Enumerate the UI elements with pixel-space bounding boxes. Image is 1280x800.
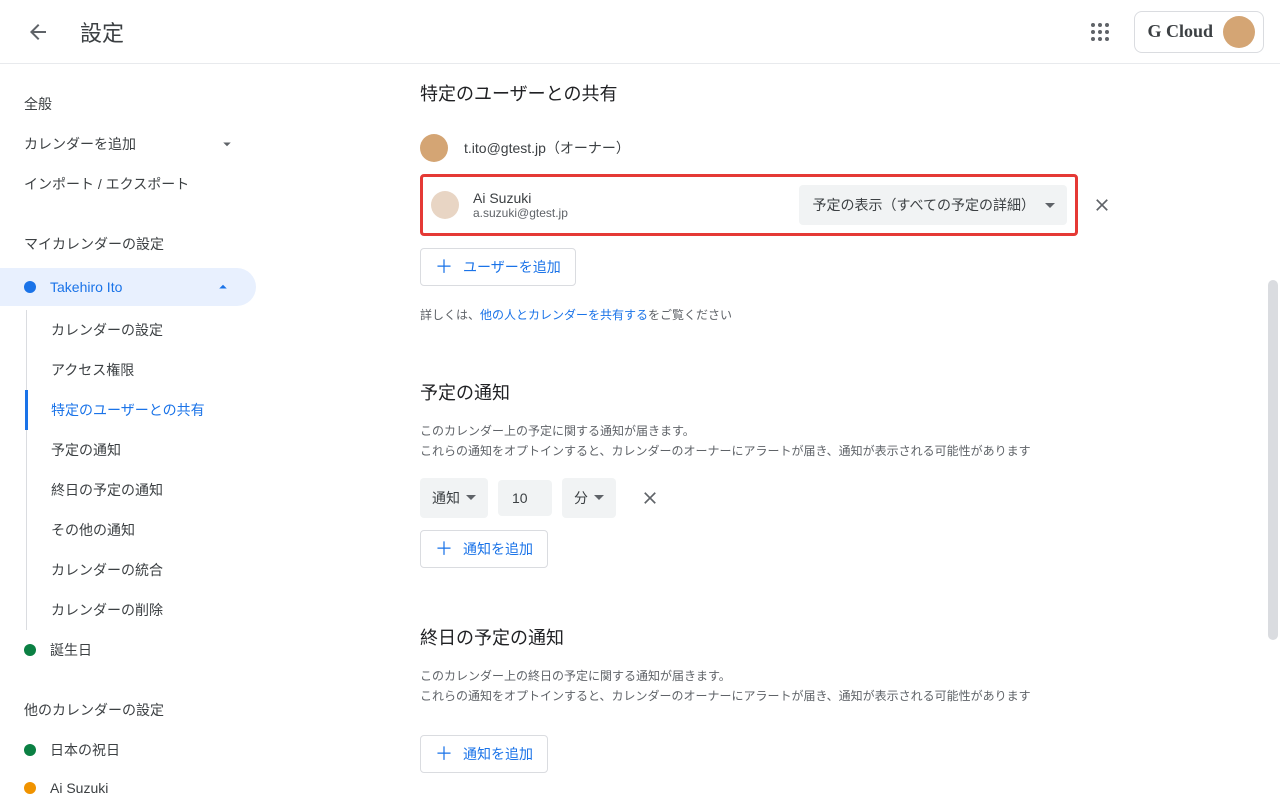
add-user-label: ユーザーを追加 bbox=[463, 257, 561, 277]
shared-user-avatar bbox=[431, 191, 459, 219]
scrollbar-thumb[interactable] bbox=[1268, 280, 1278, 640]
calendar-name: 日本の祝日 bbox=[50, 740, 120, 760]
section-description: このカレンダー上の予定に関する通知が届きます。 これらの通知をオプトインすると、… bbox=[420, 421, 1120, 462]
shared-user-email: a.suzuki@gtest.jp bbox=[473, 206, 785, 220]
section-description: このカレンダー上の終日の予定に関する通知が届きます。 これらの通知をオプトインす… bbox=[420, 666, 1120, 707]
share-help-link[interactable]: 他の人とカレンダーを共有する bbox=[480, 308, 648, 322]
notif-type-label: 通知 bbox=[432, 488, 460, 508]
sub-item-access-permissions[interactable]: アクセス権限 bbox=[27, 350, 260, 390]
sidebar-item-label: カレンダーを追加 bbox=[24, 134, 136, 154]
calendar-name: Ai Suzuki bbox=[50, 780, 108, 796]
notif-unit-label: 分 bbox=[574, 488, 588, 508]
notification-value-input[interactable]: 10 bbox=[498, 480, 552, 516]
sidebar-calendar-birthdays[interactable]: 誕生日 bbox=[0, 630, 260, 670]
calendar-color-dot bbox=[24, 744, 36, 756]
remove-user-button[interactable] bbox=[1084, 187, 1120, 223]
apps-launcher-button[interactable] bbox=[1078, 10, 1122, 54]
sidebar-calendar-ai-suzuki[interactable]: Ai Suzuki bbox=[0, 770, 260, 800]
dropdown-arrow-icon bbox=[466, 495, 476, 500]
calendar-name: 誕生日 bbox=[50, 640, 92, 660]
section-heading: 予定の通知 bbox=[420, 379, 1120, 405]
add-user-button[interactable]: ＋ ユーザーを追加 bbox=[420, 248, 576, 286]
header-right: G Cloud bbox=[1078, 10, 1264, 54]
share-section: 特定のユーザーとの共有 t.ito@gtest.jp（オーナー） Ai Suzu… bbox=[420, 80, 1120, 323]
sidebar-calendar-takehiro[interactable]: Takehiro Ito bbox=[0, 268, 256, 306]
plus-icon: ＋ bbox=[435, 258, 453, 276]
header-left: 設定 bbox=[16, 10, 124, 54]
help-suffix: をご覧ください bbox=[648, 308, 732, 322]
sub-item-calendar-settings[interactable]: カレンダーの設定 bbox=[27, 310, 260, 350]
page-title: 設定 bbox=[80, 16, 124, 48]
shared-user-name: Ai Suzuki bbox=[473, 190, 785, 206]
add-notification-button[interactable]: ＋ 通知を追加 bbox=[420, 530, 548, 568]
my-calendars-heading: マイカレンダーの設定 bbox=[0, 224, 260, 264]
shared-user-row-highlighted: Ai Suzuki a.suzuki@gtest.jp 予定の表示（すべての予定… bbox=[420, 174, 1078, 236]
add-notification-label: 通知を追加 bbox=[463, 539, 533, 559]
scrollbar[interactable] bbox=[1268, 280, 1278, 640]
owner-row: t.ito@gtest.jp（オーナー） bbox=[420, 122, 1120, 174]
sub-item-allday-notifications[interactable]: 終日の予定の通知 bbox=[27, 470, 260, 510]
chevron-up-icon bbox=[214, 278, 232, 296]
arrow-back-icon bbox=[26, 20, 50, 44]
sub-item-share-specific-users[interactable]: 特定のユーザーとの共有 bbox=[25, 390, 260, 430]
brand-label: G Cloud bbox=[1147, 21, 1213, 42]
sidebar-calendar-japan-holidays[interactable]: 日本の祝日 bbox=[0, 730, 260, 770]
shared-user-info: Ai Suzuki a.suzuki@gtest.jp bbox=[473, 190, 785, 220]
notification-row: 通知 10 分 bbox=[420, 478, 1120, 518]
sub-item-event-notifications[interactable]: 予定の通知 bbox=[27, 430, 260, 470]
sidebar-item-import-export[interactable]: インポート / エクスポート bbox=[0, 164, 260, 204]
event-notifications-section: 予定の通知 このカレンダー上の予定に関する通知が届きます。 これらの通知をオプト… bbox=[420, 379, 1120, 568]
calendar-name: Takehiro Ito bbox=[50, 279, 122, 295]
desc-line: このカレンダー上の終日の予定に関する通知が届きます。 bbox=[420, 666, 1120, 686]
owner-email: t.ito@gtest.jp（オーナー） bbox=[464, 138, 630, 158]
permission-label: 予定の表示（すべての予定の詳細） bbox=[813, 195, 1035, 215]
notification-type-dropdown[interactable]: 通知 bbox=[420, 478, 488, 518]
desc-line: このカレンダー上の予定に関する通知が届きます。 bbox=[420, 421, 1120, 441]
calendar-color-dot bbox=[24, 281, 36, 293]
dropdown-arrow-icon bbox=[594, 495, 604, 500]
notification-unit-dropdown[interactable]: 分 bbox=[562, 478, 616, 518]
close-icon bbox=[1092, 195, 1112, 215]
settings-content: 特定のユーザーとの共有 t.ito@gtest.jp（オーナー） Ai Suzu… bbox=[260, 64, 1160, 800]
dropdown-arrow-icon bbox=[1045, 203, 1055, 208]
desc-line: これらの通知をオプトインすると、カレンダーのオーナーにアラートが届き、通知が表示… bbox=[420, 441, 1120, 461]
settings-sidebar: 全般 カレンダーを追加 インポート / エクスポート マイカレンダーの設定 Ta… bbox=[0, 64, 260, 800]
permission-dropdown[interactable]: 予定の表示（すべての予定の詳細） bbox=[799, 185, 1067, 225]
close-icon bbox=[640, 488, 660, 508]
add-notification-label: 通知を追加 bbox=[463, 744, 533, 764]
allday-notifications-section: 終日の予定の通知 このカレンダー上の終日の予定に関する通知が届きます。 これらの… bbox=[420, 624, 1120, 773]
sidebar-item-add-calendar[interactable]: カレンダーを追加 bbox=[0, 124, 260, 164]
remove-notification-button[interactable] bbox=[632, 480, 668, 516]
app-header: 設定 G Cloud bbox=[0, 0, 1280, 64]
plus-icon: ＋ bbox=[435, 745, 453, 763]
sub-item-integrate-calendar[interactable]: カレンダーの統合 bbox=[27, 550, 260, 590]
add-notification-button[interactable]: ＋ 通知を追加 bbox=[420, 735, 548, 773]
account-chip[interactable]: G Cloud bbox=[1134, 11, 1264, 53]
sidebar-item-general[interactable]: 全般 bbox=[0, 84, 260, 124]
help-prefix: 詳しくは、 bbox=[420, 308, 480, 322]
section-heading: 終日の予定の通知 bbox=[420, 624, 1120, 650]
apps-grid-icon bbox=[1090, 22, 1110, 42]
other-calendars-heading: 他のカレンダーの設定 bbox=[0, 690, 260, 730]
calendar-sub-items: カレンダーの設定 アクセス権限 特定のユーザーとの共有 予定の通知 終日の予定の… bbox=[26, 310, 260, 630]
user-avatar bbox=[1223, 16, 1255, 48]
sub-item-other-notifications[interactable]: その他の通知 bbox=[27, 510, 260, 550]
calendar-color-dot bbox=[24, 782, 36, 794]
owner-avatar bbox=[420, 134, 448, 162]
calendar-color-dot bbox=[24, 644, 36, 656]
desc-line: これらの通知をオプトインすると、カレンダーのオーナーにアラートが届き、通知が表示… bbox=[420, 686, 1120, 706]
back-button[interactable] bbox=[16, 10, 60, 54]
plus-icon: ＋ bbox=[435, 540, 453, 558]
chevron-down-icon bbox=[218, 135, 236, 153]
share-help-text: 詳しくは、他の人とカレンダーを共有するをご覧ください bbox=[420, 306, 1120, 323]
sub-item-remove-calendar[interactable]: カレンダーの削除 bbox=[27, 590, 260, 630]
section-heading: 特定のユーザーとの共有 bbox=[420, 80, 1120, 106]
